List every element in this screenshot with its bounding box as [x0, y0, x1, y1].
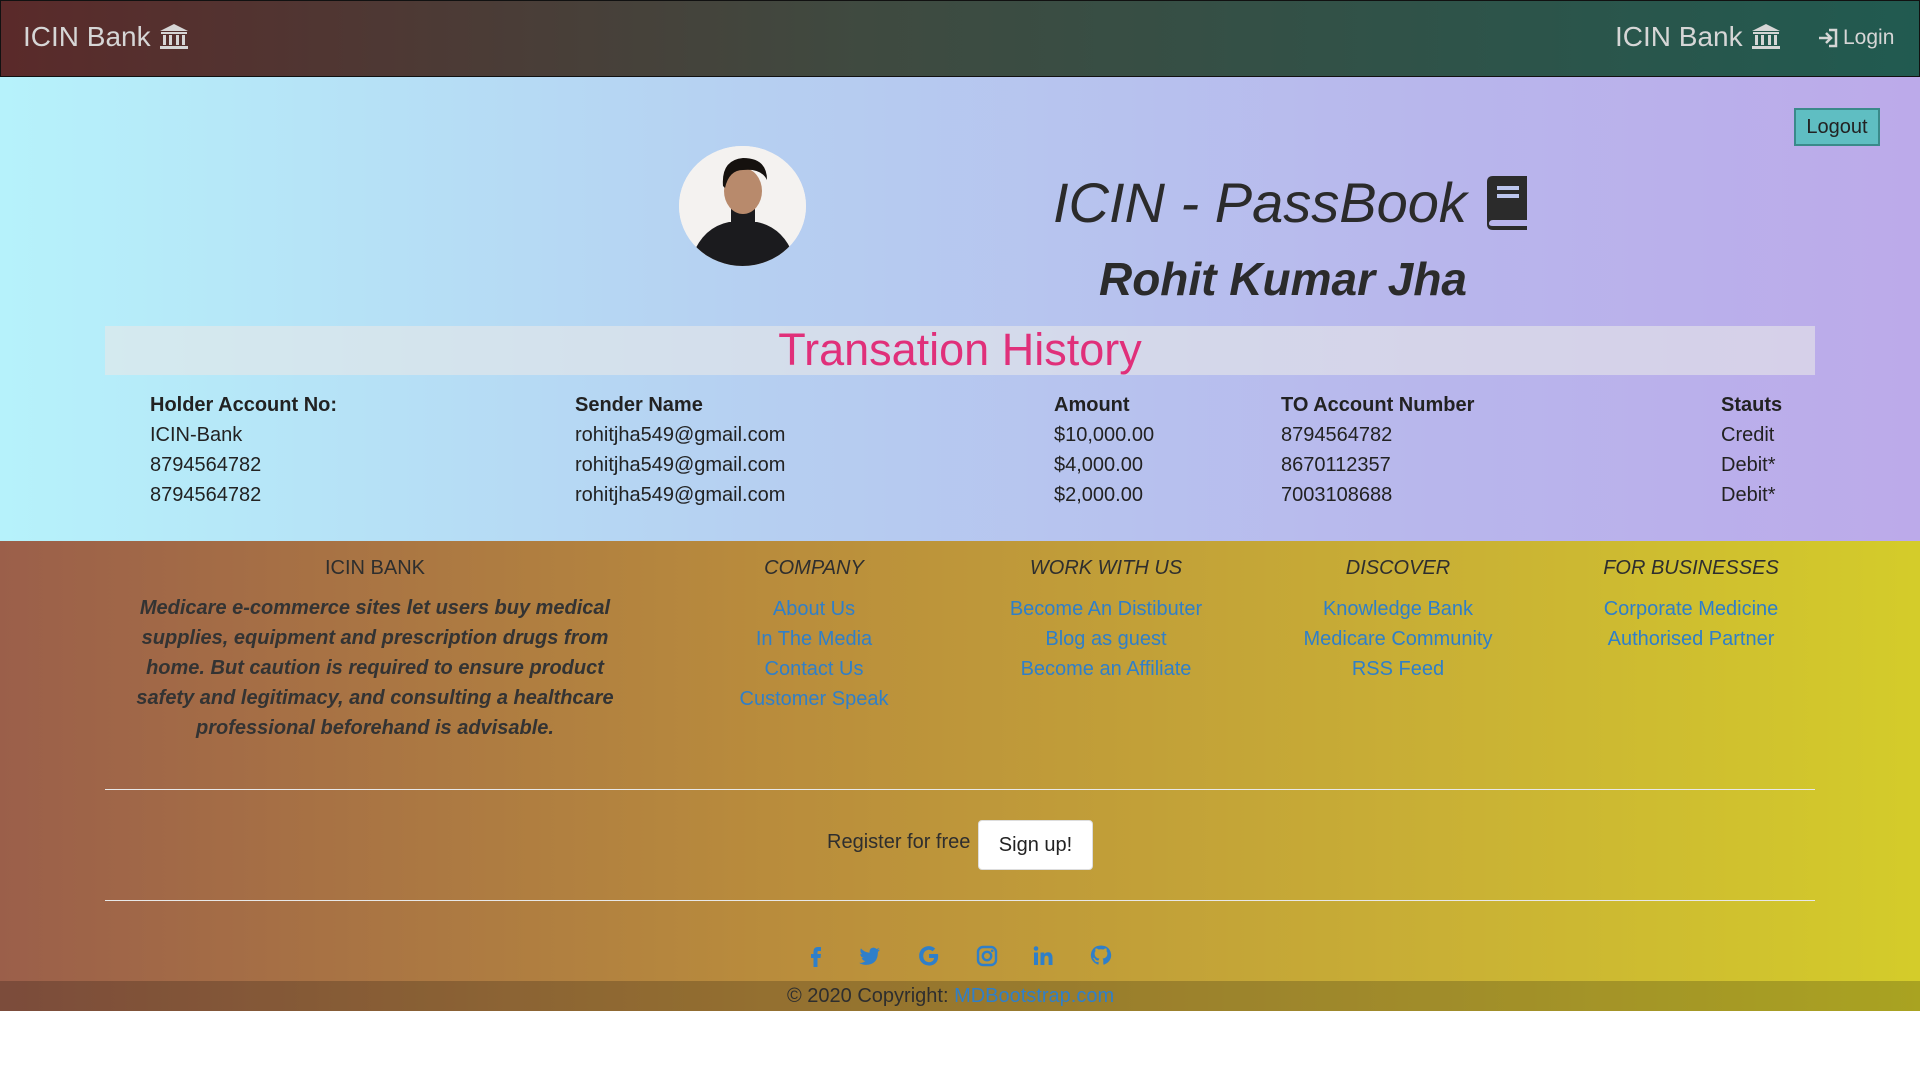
avatar: [679, 146, 806, 266]
table-header: Stauts: [1721, 394, 1783, 416]
footer-about-text: Medicare e-commerce sites let users buy …: [136, 597, 614, 739]
navbar: ICIN Bank ICIN Bank Login: [0, 0, 1920, 77]
footer-link[interactable]: Become an Affiliate: [986, 654, 1226, 684]
table-cell: $10,000.00: [1054, 424, 1155, 446]
table-cell: 8794564782: [150, 484, 262, 506]
facebook-icon[interactable]: [803, 943, 829, 969]
footer-link[interactable]: Contact Us: [714, 654, 914, 684]
login-label: Login: [1843, 26, 1895, 49]
footer-link[interactable]: About Us: [714, 594, 914, 624]
passbook-title-text: ICIN - PassBook: [1053, 171, 1467, 234]
table-header: Amount: [1054, 394, 1130, 416]
brand-link[interactable]: ICIN Bank: [23, 21, 189, 53]
footer-heading: COMPANY: [764, 557, 864, 579]
copyright: © 2020 Copyright: MDBootstrap.com: [787, 985, 1114, 1008]
instagram-icon[interactable]: [974, 943, 1000, 969]
google-icon[interactable]: [916, 943, 942, 969]
login-link[interactable]: Login: [1817, 26, 1894, 50]
logout-button[interactable]: Logout: [1794, 108, 1880, 146]
footer-link[interactable]: In The Media: [714, 624, 914, 654]
twitter-icon[interactable]: [857, 943, 883, 969]
table-cell: rohitjha549@gmail.com: [575, 424, 786, 446]
column-sender-name: Sender Name rohitjha549@gmail.com rohitj…: [575, 390, 785, 510]
column-amount: Amount $10,000.00 $4,000.00 $2,000.00: [1054, 390, 1154, 510]
footer-link[interactable]: Customer Speak: [714, 684, 914, 714]
table-header: TO Account Number: [1281, 394, 1475, 416]
table-cell: Debit*: [1721, 454, 1776, 476]
footer-link[interactable]: Become An Distibuter: [986, 594, 1226, 624]
footer-heading: DISCOVER: [1345, 557, 1451, 579]
history-title: Transation History: [778, 324, 1142, 375]
footer-link[interactable]: Corporate Medicine: [1571, 594, 1811, 624]
signup-button[interactable]: Sign up!: [978, 820, 1093, 870]
user-photo: [679, 146, 806, 266]
table-header: Sender Name: [575, 394, 703, 416]
footer-column-discover: DISCOVER Knowledge Bank Medicare Communi…: [1278, 557, 1518, 684]
footer-link[interactable]: Authorised Partner: [1571, 624, 1811, 654]
passbook-title: ICIN - PassBook: [1053, 170, 1529, 235]
footer-column-company: COMPANY About Us In The Media Contact Us…: [714, 557, 914, 714]
column-to-account: TO Account Number 8794564782 8670112357 …: [1281, 390, 1474, 510]
footer-column-work-with-us: WORK WITH US Become An Distibuter Blog a…: [986, 557, 1226, 684]
holder-name: Rohit Kumar Jha: [1098, 253, 1468, 305]
table-cell: ICIN-Bank: [150, 424, 243, 446]
footer-link[interactable]: Knowledge Bank: [1278, 594, 1518, 624]
table-cell: 8670112357: [1281, 454, 1391, 476]
footer-link[interactable]: Blog as guest: [986, 624, 1226, 654]
brand-link-right[interactable]: ICIN Bank: [1615, 21, 1781, 53]
table-cell: 7003108688: [1281, 484, 1393, 506]
footer-heading: FOR BUSINESSES: [1603, 557, 1779, 579]
table-cell: $2,000.00: [1054, 484, 1143, 506]
table-cell: 8794564782: [150, 454, 262, 476]
sign-in-icon: [1819, 28, 1838, 48]
footer-heading: ICIN BANK: [324, 557, 426, 579]
footer-divider: [105, 900, 1815, 901]
bank-icon: [1751, 24, 1780, 49]
table-cell: Credit: [1721, 424, 1775, 446]
table-cell: $4,000.00: [1054, 454, 1143, 476]
register-text: Register for free: [827, 831, 971, 853]
column-holder-account: Holder Account No: ICIN-Bank 8794564782 …: [150, 390, 337, 510]
brand-label-right: ICIN Bank: [1615, 21, 1743, 52]
book-icon: [1486, 175, 1527, 230]
footer-heading: WORK WITH US: [1029, 557, 1183, 579]
table-cell: 8794564782: [1281, 424, 1393, 446]
brand-label: ICIN Bank: [23, 21, 151, 52]
footer-link[interactable]: Medicare Community: [1278, 624, 1518, 654]
copyright-text: © 2020 Copyright:: [787, 985, 949, 1007]
column-status: Stauts Credit Debit* Debit*: [1721, 390, 1782, 510]
linkedin-icon[interactable]: [1030, 943, 1056, 969]
github-icon[interactable]: [1088, 943, 1114, 969]
table-cell: Debit*: [1721, 484, 1776, 506]
table-cell: rohitjha549@gmail.com: [575, 454, 786, 476]
footer-column-for-businesses: FOR BUSINESSES Corporate Medicine Author…: [1571, 557, 1811, 654]
footer-link[interactable]: RSS Feed: [1278, 654, 1518, 684]
footer-about: ICIN BANK: [120, 557, 630, 594]
bank-icon: [159, 24, 188, 49]
table-cell: rohitjha549@gmail.com: [575, 484, 786, 506]
table-header: Holder Account No:: [150, 394, 338, 416]
copyright-link[interactable]: MDBootstrap.com: [954, 985, 1114, 1007]
footer-divider: [105, 789, 1815, 790]
